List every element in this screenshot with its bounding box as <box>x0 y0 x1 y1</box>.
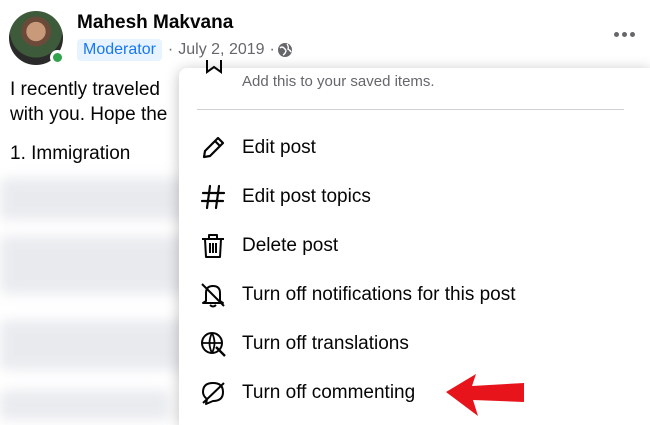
pencil-icon <box>202 136 225 158</box>
red-arrow-annotation <box>446 374 524 416</box>
menu-item-label: Turn off translations <box>242 332 409 354</box>
blurred-text <box>0 390 170 420</box>
more-options-icon <box>613 31 619 37</box>
post-date[interactable]: July 2, 2019 <box>178 41 264 59</box>
menu-item-label: Edit post topics <box>242 185 371 207</box>
hashtag-icon <box>200 184 226 209</box>
meta-separator: · <box>269 41 275 58</box>
menu-item-edit-post[interactable]: Edit post <box>179 123 650 172</box>
menu-item-edit-post-topics[interactable]: Edit post topics <box>179 172 650 221</box>
post-meta: Moderator · July 2, 2019 · <box>77 37 293 63</box>
menu-item-label: Delete post <box>242 234 339 256</box>
menu-item-label: Edit post <box>242 136 316 158</box>
menu-item-turn-off-notifications[interactable]: Turn off notifications for this post <box>179 270 650 319</box>
comment-off-icon <box>202 381 225 405</box>
moderator-badge: Moderator <box>77 39 162 61</box>
post-card: Mahesh Makvana Moderator · July 2, 2019 … <box>0 0 650 425</box>
bookmark-icon <box>206 60 222 74</box>
menu-item-delete-post[interactable]: Delete post <box>179 221 650 270</box>
menu-item-label: Turn off notifications for this post <box>242 283 516 305</box>
menu-item-turn-off-translations[interactable]: Turn off translations <box>179 319 650 368</box>
globe-icon[interactable] <box>277 42 293 58</box>
online-status-dot <box>50 50 65 65</box>
trash-icon <box>202 233 224 258</box>
blurred-text <box>0 178 190 220</box>
meta-separator: · <box>167 41 174 58</box>
globe-translate-icon <box>201 331 226 357</box>
menu-item-turn-off-commenting[interactable]: Turn off commenting <box>179 368 650 417</box>
author-name[interactable]: Mahesh Makvana <box>77 12 233 34</box>
bell-off-icon <box>201 282 225 307</box>
avatar[interactable] <box>9 11 65 65</box>
menu-item-label: Turn off commenting <box>242 381 416 403</box>
menu-divider <box>197 109 624 110</box>
blurred-text <box>0 320 190 370</box>
post-options-menu: Add this to your saved items. Edit post … <box>179 60 650 425</box>
save-post-subtitle[interactable]: Add this to your saved items. <box>242 73 435 90</box>
more-options-button[interactable] <box>608 22 640 46</box>
blurred-text <box>0 236 190 294</box>
